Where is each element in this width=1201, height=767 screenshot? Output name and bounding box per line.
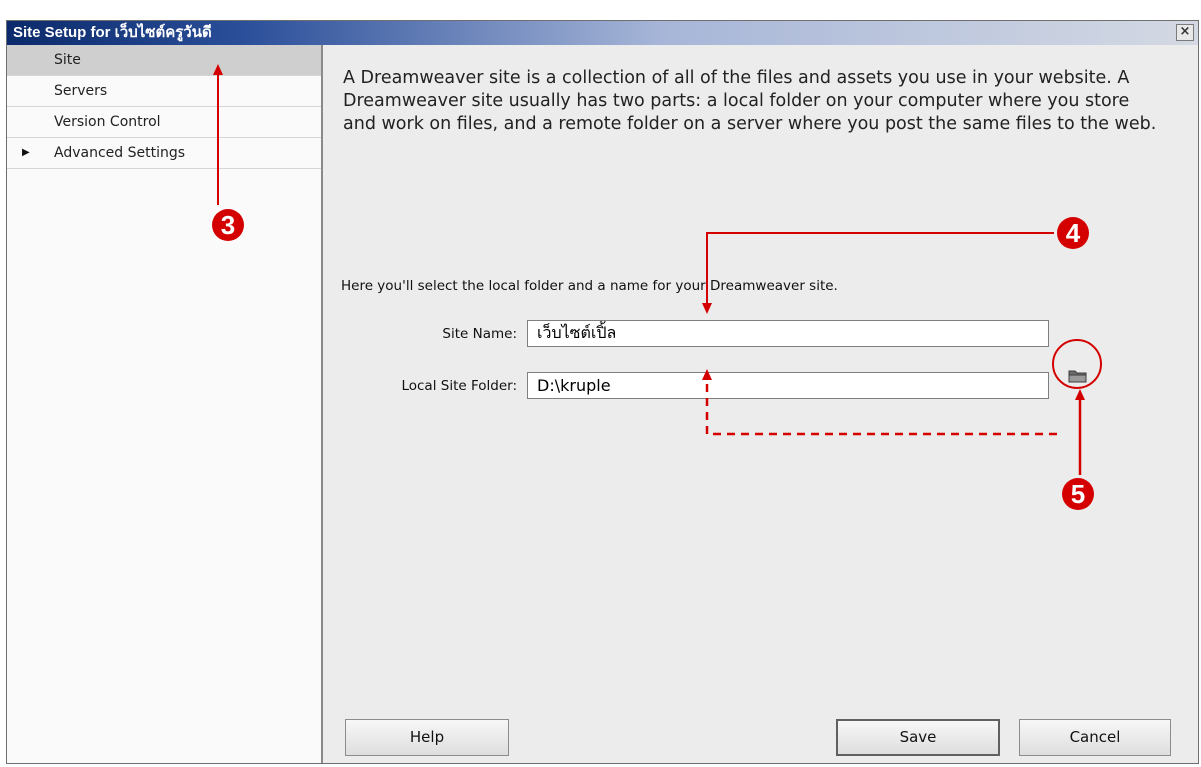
cancel-button[interactable]: Cancel (1019, 719, 1171, 756)
sidebar-item-label: Site (54, 52, 81, 68)
site-name-label: Site Name: (442, 326, 517, 342)
sidebar-item-label: Servers (54, 83, 108, 99)
site-setup-dialog: Site Setup for เว็บไซต์ครูวันดี × Site S… (6, 20, 1199, 764)
local-site-folder-input[interactable] (527, 372, 1049, 399)
title-bar: Site Setup for เว็บไซต์ครูวันดี × (7, 21, 1198, 45)
help-button[interactable]: Help (345, 719, 509, 756)
local-site-folder-label: Local Site Folder: (401, 378, 517, 394)
instruction-text: Here you'll select the local folder and … (341, 278, 838, 294)
sidebar-item-version-control[interactable]: Version Control (7, 107, 321, 138)
save-button[interactable]: Save (836, 719, 1000, 756)
site-name-input[interactable] (527, 320, 1049, 347)
sidebar-item-label: Version Control (54, 114, 161, 130)
close-button[interactable]: × (1176, 24, 1194, 41)
category-sidebar: Site Servers Version Control ▶ Advanced … (7, 45, 323, 763)
close-icon: × (1179, 24, 1191, 39)
sidebar-item-label: Advanced Settings (54, 145, 186, 161)
expand-arrow-icon[interactable]: ▶ (22, 138, 30, 168)
window-title: Site Setup for เว็บไซต์ครูวันดี (13, 24, 212, 41)
sidebar-item-servers[interactable]: Servers (7, 76, 321, 107)
sidebar-item-site[interactable]: Site (7, 45, 321, 76)
sidebar-item-advanced-settings[interactable]: ▶ Advanced Settings (7, 138, 321, 169)
intro-description: A Dreamweaver site is a collection of al… (343, 68, 1157, 134)
browse-folder-button[interactable] (1068, 368, 1088, 384)
site-settings-panel: A Dreamweaver site is a collection of al… (323, 45, 1198, 763)
folder-icon (1068, 370, 1087, 383)
